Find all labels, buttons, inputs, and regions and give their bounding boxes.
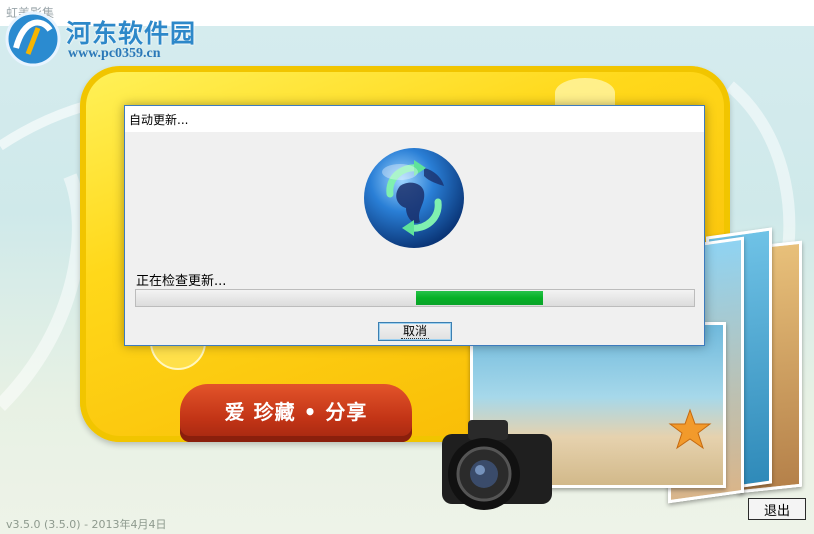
update-dialog: 自动更新... 正在检查更新... 取消: [124, 105, 705, 346]
dialog-titlebar: 自动更新...: [125, 106, 704, 132]
cancel-button-label: 取消: [400, 323, 429, 339]
slogan-text: 爱 珍藏 • 分享: [224, 400, 368, 424]
globe-refresh-icon: [364, 148, 464, 248]
cancel-button[interactable]: 取消: [378, 322, 452, 341]
progress-bar: [135, 289, 695, 307]
watermark-title: 河东软件园: [66, 19, 197, 48]
dialog-title: 自动更新...: [129, 113, 189, 127]
version-label: v3.5.0 (3.5.0) - 2013年4月4日: [6, 518, 167, 531]
exit-button[interactable]: 退出: [748, 498, 806, 520]
progress-bar-fill: [416, 291, 543, 305]
camera-icon: [442, 420, 552, 510]
starfish-icon: [668, 408, 712, 450]
slogan-banner: 爱 珍藏 • 分享: [180, 384, 412, 442]
sun-decoration: [555, 78, 615, 108]
watermark-logo-icon: [5, 11, 61, 67]
watermark-url: www.pc0359.cn: [68, 46, 161, 61]
status-message: 正在检查更新...: [136, 274, 227, 289]
